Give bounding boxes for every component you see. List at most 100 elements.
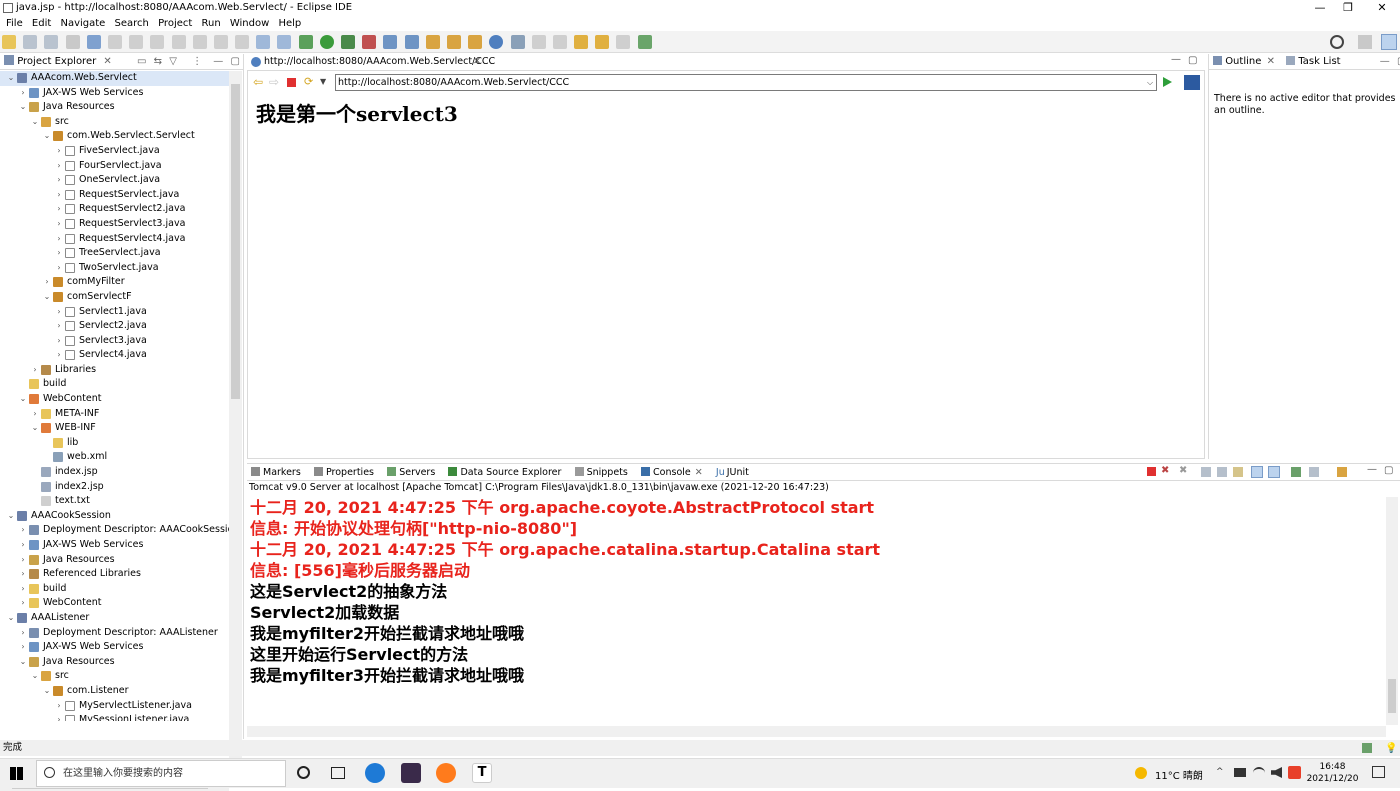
collapse-arrow-icon[interactable]: › [54,202,64,217]
collapse-arrow-icon[interactable]: › [18,626,28,641]
collapse-arrow-icon[interactable]: › [18,582,28,597]
terminate-icon[interactable] [150,35,165,49]
tab-properties[interactable]: Properties [313,464,374,481]
scroll-lock-icon[interactable] [1217,467,1227,477]
maximize-console-icon[interactable]: ▢ [1384,465,1393,476]
tab-snippets[interactable]: Snippets [574,464,628,481]
notification-icon[interactable] [1372,766,1385,778]
tray-wifi-icon[interactable] [1253,767,1265,777]
mark-occurrences-icon[interactable] [277,35,292,49]
maximize-editor-icon[interactable]: ▢ [1188,55,1197,66]
filter-icon[interactable]: ▽ [169,56,177,67]
collapse-arrow-icon[interactable]: › [18,640,28,655]
tree-item[interactable]: ⌄ WebContent [0,392,229,407]
tree-item[interactable]: index2.jsp [0,480,229,495]
close-outline-icon[interactable]: ✕ [1267,56,1275,67]
collapse-arrow-icon[interactable]: › [54,144,64,159]
collapse-arrow-icon[interactable]: › [54,246,64,261]
new-server-icon[interactable] [383,35,398,49]
collapse-arrow-icon[interactable]: › [54,348,64,363]
tree-item[interactable]: ⌄ Java Resources [0,100,229,115]
resume-icon[interactable] [107,35,122,49]
remove-all-icon[interactable]: ✖ [1179,465,1187,476]
collapse-arrow-icon[interactable]: › [54,232,64,247]
open-perspective-icon[interactable] [637,35,652,49]
tree-item[interactable]: ⌄ Java Resources [0,655,229,670]
java-ee-perspective-icon[interactable] [1381,34,1397,50]
tree-item[interactable]: ⌄ WEB-INF [0,421,229,436]
expand-arrow-icon[interactable]: ⌄ [30,115,40,130]
tree-item[interactable]: lib [0,436,229,451]
tree-item[interactable]: › Servlect2.java [0,319,229,334]
annotation-icon[interactable] [510,35,525,49]
windows-start-icon[interactable] [10,767,23,780]
tree-item[interactable]: › comMyFilter [0,275,229,290]
link-editor-icon[interactable]: ⇆ [154,56,162,67]
console-horizontal-scrollbar[interactable] [247,726,1386,737]
collapse-arrow-icon[interactable]: › [18,538,28,553]
next-annotation-icon[interactable] [531,35,546,49]
browser-tab-label[interactable]: http://localhost:8080/AAAcom.Web.Servlec… [264,56,495,67]
pin-console-icon[interactable] [1291,467,1301,477]
collapse-arrow-icon[interactable]: › [18,523,28,538]
web-browser-icon[interactable] [489,35,504,49]
suspend-icon[interactable] [129,35,144,49]
expand-arrow-icon[interactable]: ⌄ [30,669,40,684]
save-icon[interactable] [23,35,38,49]
expand-arrow-icon[interactable]: ⌄ [18,655,28,670]
quick-access-search-icon[interactable] [1330,35,1344,49]
tree-scroll-thumb[interactable] [231,84,240,399]
collapse-arrow-icon[interactable]: › [18,567,28,582]
tray-battery-icon[interactable] [1234,768,1246,777]
new-icon[interactable] [2,35,16,49]
url-dropdown-icon[interactable]: ⌵ [1147,78,1153,88]
tab-markers[interactable]: Markers [251,464,301,481]
collapse-arrow-icon[interactable]: › [54,699,64,714]
tab-servers[interactable]: Servers [387,464,435,481]
tree-item[interactable]: ⌄ com.Listener [0,684,229,699]
menu-edit[interactable]: Edit [32,16,51,31]
console-scroll-thumb[interactable] [1388,679,1396,713]
project-explorer-tab[interactable]: Project Explorer ✕ ▭ ⇆ ▽ ⋮ — ▢ [0,54,243,70]
tree-item[interactable]: › FourServlect.java [0,159,229,174]
collapse-arrow-icon[interactable]: › [54,217,64,232]
taskbar-browser-icon[interactable] [436,763,456,783]
tree-item[interactable]: index.jsp [0,465,229,480]
minimize-outline-icon[interactable]: — [1380,56,1390,67]
open-console-icon[interactable] [1337,467,1347,477]
tree-item[interactable]: build [0,377,229,392]
tree-item[interactable]: ⌄ com.Web.Servlect.Servlect [0,129,229,144]
collapse-arrow-icon[interactable]: › [42,275,52,290]
skip-breakpoints-icon[interactable] [86,35,101,49]
tree-item[interactable]: › RequestServlect2.java [0,202,229,217]
tab-junit[interactable]: Ju JUnit [716,464,749,481]
tree-item[interactable]: ⌄ src [0,669,229,684]
forward-icon[interactable] [595,35,610,49]
tree-item[interactable]: ⌄ AAACookSession [0,509,229,524]
save-all-icon[interactable] [44,35,59,49]
tree-item[interactable]: › JAX-WS Web Services [0,86,229,101]
tree-item[interactable]: › TwoServlect.java [0,261,229,276]
menu-search[interactable]: Search [115,16,149,31]
expand-arrow-icon[interactable]: ⌄ [42,129,52,144]
expand-arrow-icon[interactable]: ⌄ [6,611,16,626]
search-icon[interactable] [468,35,483,49]
menu-navigate[interactable]: Navigate [60,16,105,31]
taskbar-app-k-icon[interactable] [365,763,385,783]
collapse-arrow-icon[interactable]: › [30,407,40,422]
tree-item[interactable]: ⌄ AAAcom.Web.Servlect [0,71,229,86]
collapse-arrow-icon[interactable]: › [18,86,28,101]
tree-item[interactable]: › Deployment Descriptor: AAAListener [0,626,229,641]
taskbar-eclipse-icon[interactable] [401,763,421,783]
weather-text[interactable]: 11°C 晴朗 [1155,767,1203,782]
stop-icon[interactable] [287,78,296,87]
collapse-arrow-icon[interactable]: › [30,363,40,378]
tree-item[interactable]: › RequestServlect4.java [0,232,229,247]
console-terminate-icon[interactable] [1147,467,1156,476]
tree-item[interactable]: › Servlect1.java [0,305,229,320]
open-task-icon[interactable] [446,35,461,49]
tree-item[interactable]: › build [0,582,229,597]
outline-tab[interactable]: Outline [1225,56,1261,67]
collapse-arrow-icon[interactable]: › [54,188,64,203]
tree-item[interactable]: ⌄ AAAListener [0,611,229,626]
